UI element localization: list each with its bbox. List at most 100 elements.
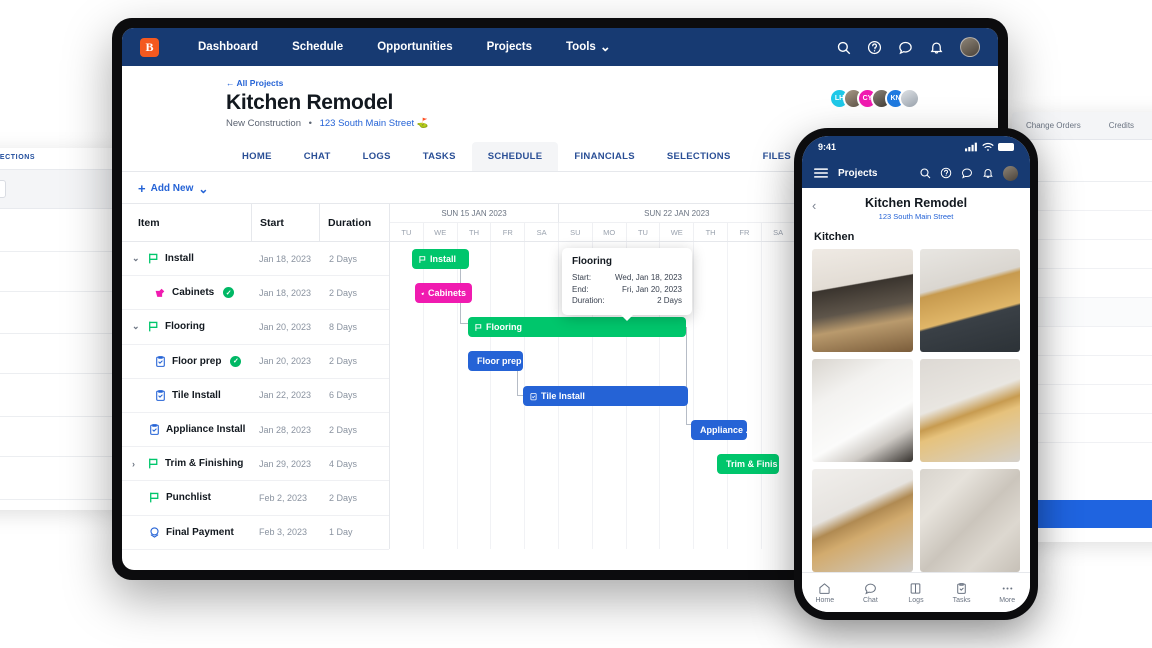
- nav-item-schedule[interactable]: Schedule: [275, 41, 360, 53]
- screenshot-stage: SCHEDULE BUDGET SELECTIONS ⌄ Sort: Due D…: [0, 0, 1152, 648]
- flag-icon: [475, 323, 482, 331]
- task-duration: 1 Day: [329, 527, 353, 538]
- bg-tab-selections[interactable]: SELECTIONS: [0, 154, 35, 161]
- search-icon[interactable]: [919, 167, 931, 179]
- selection-icon: [421, 291, 425, 295]
- bg-sort-dropdown[interactable]: Sort: Due Date ⌄: [0, 180, 6, 198]
- task-name: Punchlist: [166, 492, 212, 504]
- bell-icon[interactable]: [982, 167, 994, 179]
- help-icon[interactable]: [867, 40, 882, 55]
- day-label: SU: [559, 223, 593, 241]
- tooltip-duration-label: Duration:: [572, 296, 605, 306]
- app-logo[interactable]: B: [140, 37, 159, 57]
- table-row[interactable]: Appliance Install Jan 28, 2023 2 Days: [122, 413, 389, 448]
- gantt-bar-trim-finishing[interactable]: Trim & Finis: [717, 454, 779, 474]
- tab-credits[interactable]: Credits: [1095, 112, 1148, 139]
- list-item-title: VISIBLE: [0, 466, 130, 477]
- tab-tasks[interactable]: TASKS: [407, 142, 472, 171]
- chat-icon[interactable]: [898, 40, 913, 55]
- gantt-bar-label: Cabinets: [427, 288, 466, 298]
- column-header-start: Start: [260, 216, 284, 229]
- tab-chat[interactable]: CHAT: [288, 142, 347, 171]
- day-label: SA: [762, 223, 796, 241]
- phone-tab-label: Home: [815, 596, 835, 604]
- day-label: WE: [424, 223, 458, 241]
- task-duration: 2 Days: [329, 356, 358, 367]
- phone-tab-logs[interactable]: Logs: [893, 582, 939, 604]
- phone-page-title: Kitchen Remodel: [864, 196, 968, 210]
- chevron-right-icon[interactable]: ›: [132, 459, 142, 469]
- add-new-button[interactable]: + Add New ⌄: [138, 181, 208, 196]
- gantt-bar-install[interactable]: Install: [412, 249, 469, 269]
- avatar[interactable]: [1003, 165, 1018, 181]
- phone-tab-tasks[interactable]: Tasks: [939, 582, 985, 604]
- tab-selections[interactable]: SELECTIONS: [651, 142, 747, 171]
- table-row[interactable]: ⌄ Flooring Jan 20, 2023 8 Days: [122, 310, 389, 345]
- tile-photo[interactable]: [919, 469, 1020, 572]
- tab-home[interactable]: HOME: [226, 142, 288, 171]
- task-icon: [530, 392, 537, 400]
- selection-icon: [155, 288, 165, 298]
- tab-financials[interactable]: FINANCIALS: [558, 142, 651, 171]
- phone-tab-label: More: [999, 596, 1016, 604]
- gantt-tooltip: Flooring Start: Wed, Jan 18, 2023 End: F…: [562, 248, 692, 321]
- breadcrumb-all-projects[interactable]: ← All Projects: [226, 78, 998, 88]
- table-row[interactable]: › Trim & Finishing Jan 29, 2023 4 Days: [122, 447, 389, 482]
- avatar[interactable]: [899, 88, 920, 109]
- task-name: Trim & Finishing: [165, 458, 244, 470]
- table-row[interactable]: Cabinets ✓ Jan 18, 2023 2 Days: [122, 276, 389, 311]
- sink-photo[interactable]: [919, 249, 1020, 352]
- task-duration: 2 Days: [329, 424, 358, 435]
- list-item-meta: 4 Kitchen, Selection: [0, 233, 130, 242]
- help-icon[interactable]: [940, 167, 952, 179]
- project-address[interactable]: 123 South Main Street: [320, 118, 415, 129]
- day-label: TU: [627, 223, 661, 241]
- search-icon[interactable]: [836, 40, 851, 55]
- gantt-bar-flooring[interactable]: Flooring: [468, 317, 686, 337]
- tab-logs[interactable]: LOGS: [347, 142, 407, 171]
- task-name-cell: Tile Install: [122, 389, 251, 402]
- gantt-bar-tile-install[interactable]: Tile Install: [523, 386, 688, 406]
- gantt-bar-floor-prep[interactable]: Floor prep: [468, 351, 523, 371]
- phone-tab-home[interactable]: Home: [802, 582, 848, 604]
- table-row[interactable]: Final Payment Feb 3, 2023 1 Day: [122, 516, 389, 550]
- nav-item-tools[interactable]: Tools ⌄: [549, 40, 628, 53]
- task-start: Jan 22, 2023: [259, 390, 312, 401]
- nav-item-opportunities[interactable]: Opportunities: [360, 41, 469, 53]
- flag-icon: [149, 253, 158, 264]
- avatar[interactable]: [960, 37, 980, 57]
- task-start: Jan 28, 2023: [259, 424, 312, 435]
- task-name-cell: Appliance Install: [122, 423, 251, 436]
- gantt-table-header: Item Start Duration: [122, 204, 389, 242]
- map-icon[interactable]: ⛳: [417, 118, 429, 129]
- tooltip-end-row: End: Fri, Jan 20, 2023: [572, 284, 682, 296]
- chat-icon[interactable]: [961, 167, 973, 179]
- table-row[interactable]: ⌄ Install Jan 18, 2023 2 Days: [122, 242, 389, 277]
- faucet-photo[interactable]: [812, 469, 913, 572]
- table-row[interactable]: Floor prep ✓ Jan 20, 2023 2 Days: [122, 345, 389, 379]
- countertop-photo[interactable]: [812, 359, 913, 462]
- phone-tab-chat[interactable]: Chat: [848, 582, 894, 604]
- task-name-cell: › Trim & Finishing: [122, 457, 251, 470]
- task-name: Flooring: [165, 321, 205, 333]
- phone-tab-more[interactable]: More: [984, 582, 1030, 604]
- task-name-cell: ⌄ Flooring: [122, 320, 251, 333]
- phone-project-address[interactable]: 123 South Main Street: [812, 212, 1020, 221]
- chevron-down-icon[interactable]: ⌄: [132, 321, 142, 332]
- range-photo[interactable]: [812, 249, 913, 352]
- gantt-bar-cabinets[interactable]: Cabinets: [415, 283, 472, 303]
- bell-icon[interactable]: [929, 40, 944, 55]
- tab-schedule[interactable]: SCHEDULE: [471, 142, 559, 171]
- chevron-down-icon[interactable]: ⌄: [132, 253, 142, 264]
- gantt-bar-appliance-install[interactable]: Appliance ...: [691, 420, 747, 440]
- flag-icon: [149, 458, 158, 469]
- nav-item-projects[interactable]: Projects: [470, 41, 549, 53]
- pendant-light-photo[interactable]: [919, 359, 1020, 462]
- back-icon[interactable]: ‹: [812, 198, 816, 213]
- nav-item-dashboard[interactable]: Dashboard: [181, 41, 275, 53]
- table-row[interactable]: Tile Install Jan 22, 2023 6 Days: [122, 379, 389, 413]
- table-row[interactable]: Punchlist Feb 2, 2023 2 Days: [122, 481, 389, 516]
- hamburger-icon[interactable]: [814, 167, 828, 179]
- day-label: TH: [458, 223, 492, 241]
- day-label: SA: [525, 223, 559, 241]
